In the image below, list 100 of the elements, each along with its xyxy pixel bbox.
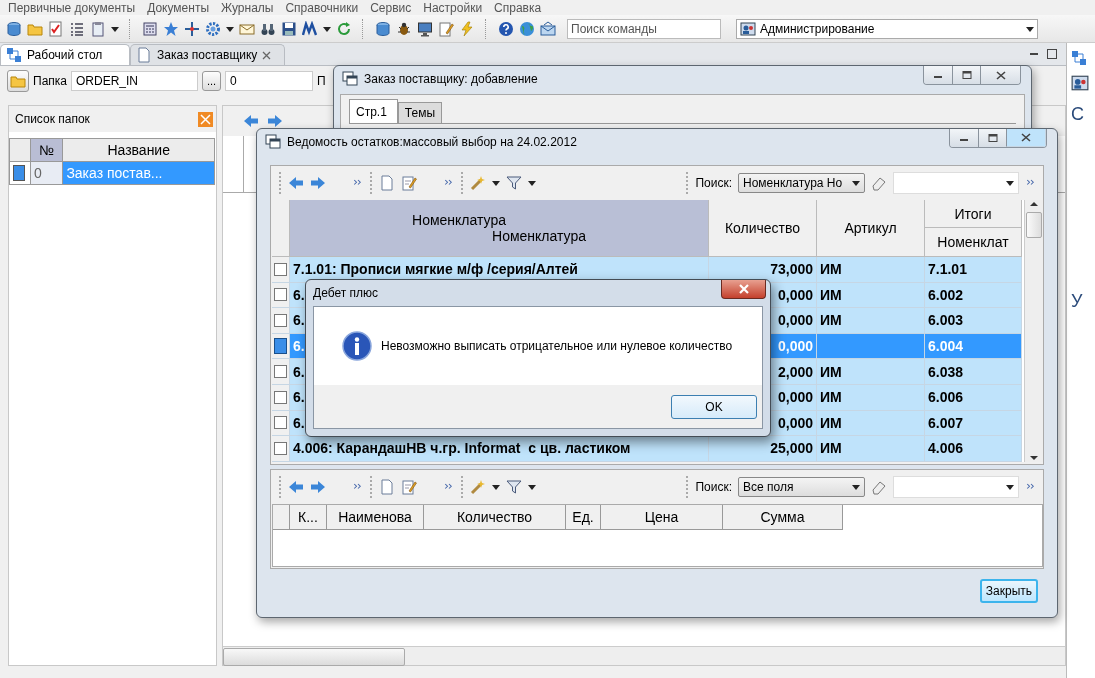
caret-icon[interactable] xyxy=(1006,179,1014,187)
close-button[interactable]: Закрыть xyxy=(979,579,1038,603)
close-icon[interactable] xyxy=(198,111,213,127)
calculator-icon[interactable] xyxy=(142,20,158,37)
close-icon[interactable] xyxy=(262,50,272,60)
back-arrow-icon[interactable] xyxy=(288,175,304,191)
row-marker[interactable] xyxy=(13,165,25,181)
folder-field[interactable]: ORDER_IN xyxy=(71,71,198,91)
row-checkbox[interactable] xyxy=(274,288,287,302)
column-header[interactable]: Итоги xyxy=(925,200,1022,228)
caret-icon[interactable] xyxy=(852,483,860,491)
filter-icon[interactable] xyxy=(506,479,522,495)
column-header[interactable]: Цена xyxy=(601,505,723,530)
column-header[interactable]: Количество xyxy=(424,505,566,530)
caret-icon[interactable] xyxy=(528,179,536,187)
tab[interactable]: Заказ поставщику xyxy=(130,44,285,65)
row-checkbox[interactable] xyxy=(274,390,287,404)
menu-item[interactable]: Документы xyxy=(141,0,216,15)
search-field[interactable] xyxy=(893,476,1019,498)
save-icon[interactable] xyxy=(281,20,297,37)
help-icon[interactable] xyxy=(498,20,514,37)
star-icon[interactable] xyxy=(163,20,179,37)
forward-arrow-icon[interactable] xyxy=(310,479,326,495)
search-field[interactable] xyxy=(893,172,1019,194)
page-icon[interactable] xyxy=(379,175,395,191)
caret-icon[interactable] xyxy=(852,179,860,187)
command-search-field[interactable]: Поиск команды xyxy=(567,18,721,39)
bug-icon[interactable] xyxy=(396,20,412,37)
database-icon[interactable] xyxy=(6,20,22,37)
folder-button[interactable] xyxy=(7,70,29,92)
eraser-icon[interactable] xyxy=(871,175,887,191)
ok-button[interactable]: OK xyxy=(671,394,757,419)
list-icon[interactable] xyxy=(69,20,85,37)
search-mode-dropdown[interactable]: Все поля xyxy=(738,477,865,497)
caret-icon[interactable] xyxy=(226,24,234,33)
column-header[interactable]: Номенклат xyxy=(925,228,1022,257)
tab[interactable]: Темы xyxy=(397,102,443,123)
number-field[interactable]: 0 xyxy=(225,71,313,91)
edit-page-icon[interactable] xyxy=(401,479,417,495)
close-button[interactable] xyxy=(721,280,766,299)
back-arrow-icon[interactable] xyxy=(243,113,259,129)
filter-icon[interactable] xyxy=(506,175,522,191)
column-header[interactable]: Количество xyxy=(709,200,817,257)
menu-item[interactable]: Настройки xyxy=(417,0,489,15)
maximize-button[interactable] xyxy=(952,66,980,84)
caret-icon[interactable] xyxy=(528,483,536,491)
scrollbar-thumb[interactable] xyxy=(1026,212,1042,238)
back-arrow-icon[interactable] xyxy=(288,479,304,495)
menu-item[interactable]: Справка xyxy=(488,0,548,15)
tab[interactable]: Стр.1 xyxy=(349,99,398,123)
settings-icon[interactable] xyxy=(205,20,221,37)
scroll-up-icon[interactable] xyxy=(1030,200,1038,208)
row-checkbox[interactable] xyxy=(274,314,287,327)
search-mode-dropdown[interactable]: Номенклатура Но xyxy=(738,173,865,193)
column-header[interactable]: Номенклатура Номенклатура xyxy=(290,200,709,257)
maximize-button[interactable] xyxy=(978,129,1006,147)
menu-item[interactable]: Журналы xyxy=(215,0,280,15)
column-header[interactable]: Ед. xyxy=(566,505,601,530)
column-header[interactable]: Название xyxy=(62,138,215,162)
column-header[interactable]: Наименова xyxy=(327,505,424,530)
column-header[interactable]: № xyxy=(30,138,63,162)
column-header[interactable]: Артикул xyxy=(817,200,925,257)
caret-icon[interactable] xyxy=(111,24,119,33)
row-checkbox[interactable] xyxy=(274,338,287,355)
edit-page-icon[interactable] xyxy=(401,175,417,191)
page-icon[interactable] xyxy=(379,479,395,495)
maximize-icon[interactable] xyxy=(1046,48,1058,60)
close-button[interactable] xyxy=(980,66,1020,84)
row-checkbox[interactable] xyxy=(274,416,287,430)
crosshair-icon[interactable] xyxy=(184,20,200,37)
lightning-icon[interactable] xyxy=(459,20,475,37)
wand-icon[interactable] xyxy=(470,479,486,495)
checklist-icon[interactable] xyxy=(48,20,64,37)
row-checkbox[interactable] xyxy=(274,441,287,455)
scrollbar-thumb[interactable] xyxy=(223,648,405,666)
clipboard-icon[interactable] xyxy=(90,20,106,37)
wand-icon[interactable] xyxy=(470,175,486,191)
row-checkbox[interactable] xyxy=(274,262,287,276)
scroll-down-icon[interactable] xyxy=(1030,453,1038,462)
refresh-icon[interactable] xyxy=(336,20,352,37)
menu-item[interactable]: Первичные документы xyxy=(2,0,142,15)
monitor-icon[interactable] xyxy=(417,20,433,37)
menu-item[interactable]: Сервис xyxy=(364,0,418,15)
forward-arrow-icon[interactable] xyxy=(310,175,326,191)
browse-button[interactable]: ... xyxy=(202,71,221,91)
zigzag-icon[interactable] xyxy=(302,20,318,37)
users-icon[interactable] xyxy=(1071,74,1089,92)
tab[interactable]: Рабочий стол xyxy=(0,44,130,65)
caret-icon[interactable] xyxy=(1006,483,1014,491)
mail-icon[interactable] xyxy=(540,20,556,37)
caret-icon[interactable] xyxy=(492,179,500,187)
column-header[interactable]: К... xyxy=(290,505,327,530)
database-icon[interactable] xyxy=(375,20,391,37)
caret-icon[interactable] xyxy=(1026,24,1034,33)
caret-icon[interactable] xyxy=(323,24,331,33)
role-dropdown[interactable]: Администрирование xyxy=(736,18,1038,39)
row-checkbox[interactable] xyxy=(274,365,287,379)
eraser-icon[interactable] xyxy=(871,479,887,495)
globe-icon[interactable] xyxy=(519,20,535,37)
network-icon[interactable] xyxy=(1071,50,1087,66)
